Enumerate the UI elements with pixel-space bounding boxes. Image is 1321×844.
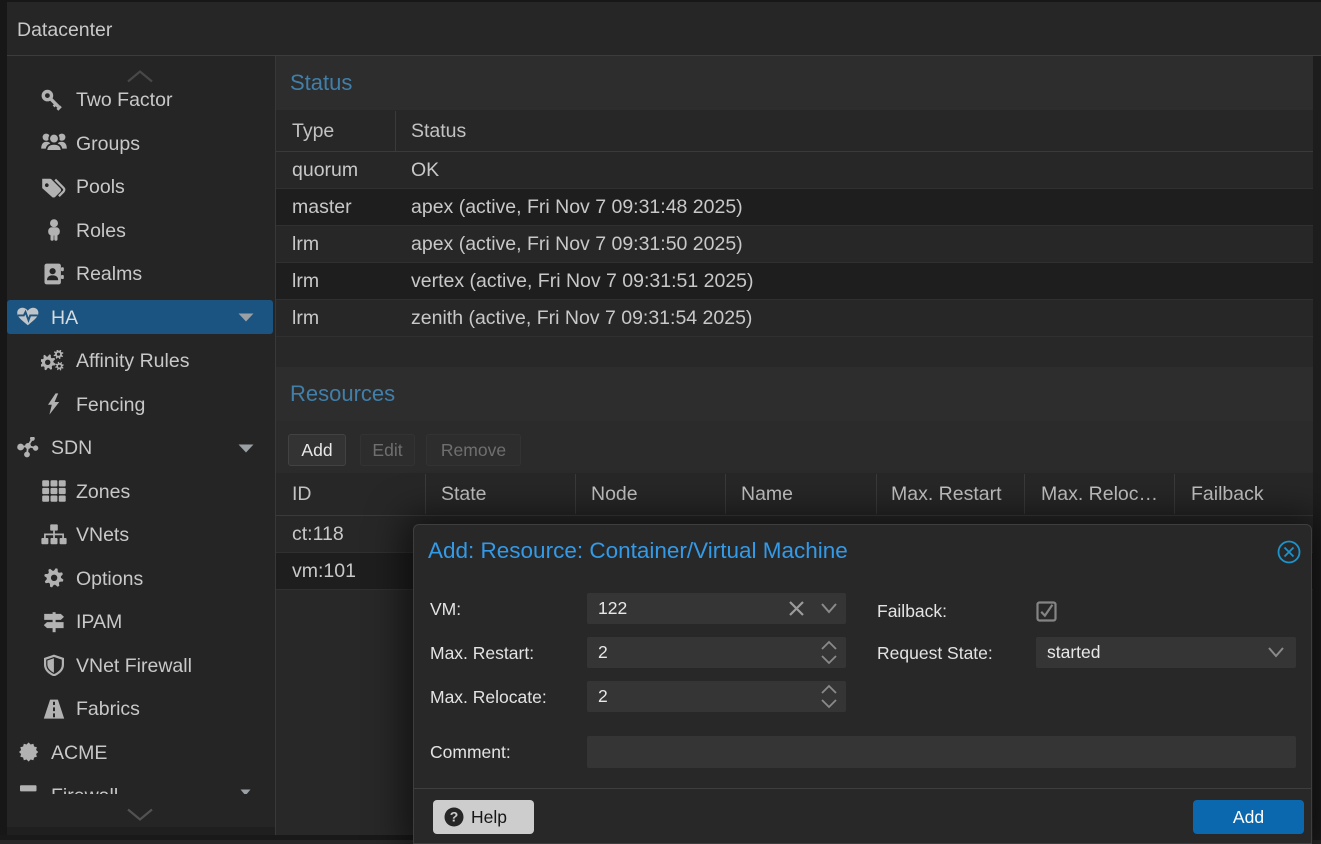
svg-text:?: ? xyxy=(450,809,459,825)
